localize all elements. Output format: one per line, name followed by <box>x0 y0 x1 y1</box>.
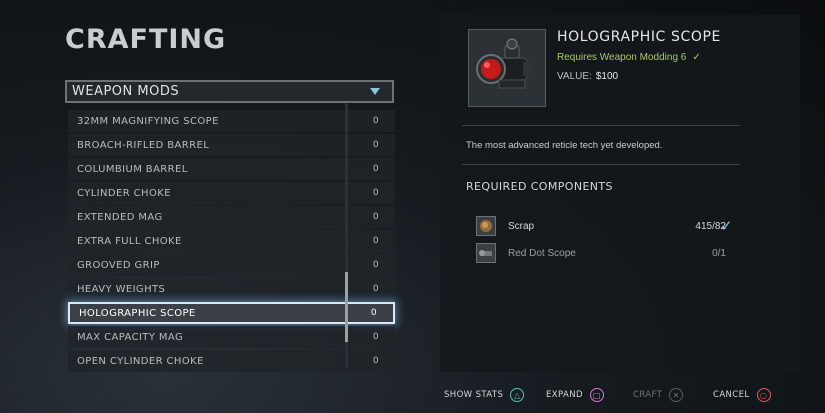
square-button-icon: □ <box>589 388 604 402</box>
item-qty: 0 <box>372 140 379 150</box>
item-name: 32MM MAGNIFYING SCOPE <box>77 115 219 127</box>
item-name: GROOVED GRIP <box>77 259 160 271</box>
chevron-down-icon <box>370 88 380 95</box>
circle-button-icon: ○ <box>756 388 771 402</box>
item-qty: 0 <box>372 164 379 174</box>
item-qty: 0 <box>372 212 379 222</box>
item-qty: 0 <box>370 308 377 318</box>
scrollbar-thumb[interactable] <box>345 272 348 342</box>
item-description: The most advanced reticle tech yet devel… <box>466 140 663 151</box>
cancel-button[interactable]: CANCEL ○ <box>713 388 771 402</box>
component-count: 0/1 <box>712 247 726 259</box>
item-name: EXTENDED MAG <box>77 211 163 223</box>
component-name: Red Dot Scope <box>508 247 576 259</box>
craft-button[interactable]: CRAFT ✕ <box>633 388 684 402</box>
scope-icon <box>476 243 496 263</box>
item-name: COLUMBIUM BARREL <box>77 163 188 175</box>
page-title: CRAFTING <box>65 24 227 55</box>
category-label: WEAPON MODS <box>72 84 180 99</box>
requirement-text: Requires Weapon Modding 6 ✓ <box>557 52 701 63</box>
divider <box>462 164 740 165</box>
item-name: CYLINDER CHOKE <box>77 187 171 199</box>
components-title: REQUIRED COMPONENTS <box>466 180 613 193</box>
expand-button[interactable]: EXPAND □ <box>546 388 604 402</box>
category-dropdown[interactable]: WEAPON MODS <box>65 80 394 103</box>
item-qty: 0 <box>372 236 379 246</box>
button-prompts: SHOW STATS △ EXPAND □ CRAFT ✕ CANCEL ○ <box>0 388 825 408</box>
component-name: Scrap <box>508 220 535 232</box>
item-qty: 0 <box>372 332 379 342</box>
item-value: VALUE: $100 <box>557 71 619 82</box>
scrap-icon <box>476 216 496 236</box>
item-title: HOLOGRAPHIC SCOPE <box>557 29 721 45</box>
show-stats-button[interactable]: SHOW STATS △ <box>444 388 525 402</box>
item-name: OPEN CYLINDER CHOKE <box>77 355 204 367</box>
item-name: HEAVY WEIGHTS <box>77 283 166 295</box>
item-name: MAX CAPACITY MAG <box>77 331 184 343</box>
check-icon: ✓ <box>720 218 733 235</box>
item-name: EXTRA FULL CHOKE <box>77 235 182 247</box>
crafting-list: WEAPON MODS 32MM MAGNIFYING SCOPE 0 BROAC… <box>65 80 398 376</box>
scope-icon <box>468 29 546 107</box>
check-icon: ✓ <box>692 52 701 63</box>
item-detail-panel: HOLOGRAPHIC SCOPE Requires Weapon Moddin… <box>440 15 800 372</box>
divider <box>462 125 740 126</box>
item-qty: 0 <box>372 284 379 294</box>
item-qty: 0 <box>372 260 379 270</box>
component-row: Scrap 415/82 ✓ <box>476 215 733 237</box>
item-qty: 0 <box>372 356 379 366</box>
item-name: BROACH-RIFLED BARREL <box>77 139 210 151</box>
item-qty: 0 <box>372 188 379 198</box>
cross-button-icon: ✕ <box>669 388 684 402</box>
triangle-button-icon: △ <box>510 388 525 402</box>
component-row: Red Dot Scope 0/1 <box>476 242 726 264</box>
item-qty: 0 <box>372 116 379 126</box>
item-name: HOLOGRAPHIC SCOPE <box>79 307 196 319</box>
